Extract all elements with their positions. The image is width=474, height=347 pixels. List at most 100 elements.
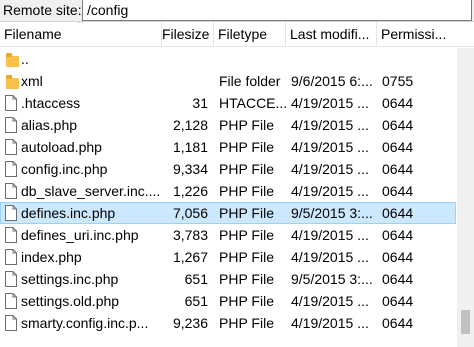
file-size: 1,181 bbox=[172, 139, 208, 155]
file-permissions: 0644 bbox=[382, 117, 414, 133]
file-modified: 4/19/2015 ... bbox=[291, 183, 369, 199]
file-permissions: 0644 bbox=[382, 183, 414, 199]
file-type: PHP File bbox=[219, 293, 274, 309]
file-size bbox=[163, 71, 208, 91]
file-permissions: 0644 bbox=[382, 271, 414, 287]
file-type: PHP File bbox=[219, 161, 274, 177]
file-icon bbox=[4, 271, 18, 287]
file-type: PHP File bbox=[219, 205, 274, 221]
file-icon bbox=[4, 249, 18, 265]
remote-file-list: ˄ Filename Filesize Filetype Last modifi… bbox=[0, 22, 474, 347]
file-row[interactable]: .. bbox=[0, 48, 456, 70]
column-header-last-modified-label: Last modifi... bbox=[290, 26, 370, 42]
file-type: PHP File bbox=[219, 271, 274, 287]
file-icon bbox=[4, 117, 18, 133]
file-row[interactable]: config.inc.php 9,334 PHP File 4/19/2015 … bbox=[0, 158, 456, 180]
column-header-row: ˄ Filename Filesize Filetype Last modifi… bbox=[0, 22, 474, 47]
file-modified: 4/19/2015 ... bbox=[291, 95, 369, 111]
file-name: autoload.php bbox=[21, 139, 102, 155]
file-icon bbox=[4, 95, 18, 111]
file-modified: 4/19/2015 ... bbox=[291, 227, 369, 243]
file-row[interactable]: settings.inc.php 651 PHP File 9/5/2015 3… bbox=[0, 268, 456, 290]
file-modified bbox=[291, 49, 375, 69]
column-header-filename[interactable]: ˄ Filename bbox=[0, 22, 162, 46]
file-row[interactable]: index.php 1,267 PHP File 4/19/2015 ... 0… bbox=[0, 246, 456, 268]
file-permissions: 0644 bbox=[382, 161, 414, 177]
file-type: PHP File bbox=[219, 249, 274, 265]
file-size: 1,226 bbox=[172, 183, 208, 199]
file-type bbox=[219, 49, 287, 69]
file-icon bbox=[4, 227, 18, 243]
column-header-permissions[interactable]: Permissi... bbox=[377, 22, 457, 46]
file-size bbox=[163, 49, 208, 69]
file-row[interactable]: xml File folder 9/6/2015 6:... 0755 bbox=[0, 70, 456, 92]
file-name: index.php bbox=[21, 249, 82, 265]
file-permissions: 0644 bbox=[382, 293, 414, 309]
file-type: PHP File bbox=[219, 117, 274, 133]
file-type: PHP File bbox=[219, 227, 274, 243]
file-permissions bbox=[382, 49, 452, 69]
file-icon bbox=[4, 161, 18, 177]
file-name: defines.inc.php bbox=[21, 205, 116, 221]
file-name: smarty.config.inc.p... bbox=[21, 315, 149, 331]
file-modified: 4/19/2015 ... bbox=[291, 249, 369, 265]
file-row[interactable]: settings.old.php 651 PHP File 4/19/2015 … bbox=[0, 290, 456, 312]
file-name: config.inc.php bbox=[21, 161, 108, 177]
column-header-filesize[interactable]: Filesize bbox=[162, 22, 214, 46]
file-permissions: 0644 bbox=[382, 315, 414, 331]
file-row[interactable]: smarty.config.inc.p... 9,236 PHP File 4/… bbox=[0, 312, 456, 334]
file-name: settings.inc.php bbox=[21, 271, 119, 287]
column-header-permissions-label: Permissi... bbox=[381, 26, 447, 42]
file-name: .htaccess bbox=[21, 95, 81, 111]
file-permissions: 0644 bbox=[382, 139, 414, 155]
file-row[interactable]: db_slave_server.inc.... 1,226 PHP File 4… bbox=[0, 180, 456, 202]
file-permissions: 0755 bbox=[382, 73, 414, 89]
scrollbar-thumb[interactable] bbox=[461, 310, 470, 334]
column-header-last-modified[interactable]: Last modifi... bbox=[286, 22, 377, 46]
file-row[interactable]: defines_uri.inc.php 3,783 PHP File 4/19/… bbox=[0, 224, 456, 246]
file-type: PHP File bbox=[219, 139, 274, 155]
sort-chevron-icon: ˄ bbox=[78, 22, 83, 26]
file-icon bbox=[4, 205, 18, 221]
file-row[interactable]: autoload.php 1,181 PHP File 4/19/2015 ..… bbox=[0, 136, 456, 158]
file-permissions: 0644 bbox=[382, 95, 414, 111]
file-icon bbox=[4, 183, 18, 199]
column-header-filetype-label: Filetype bbox=[218, 26, 268, 42]
file-type: PHP File bbox=[219, 183, 274, 199]
file-name: .. bbox=[21, 51, 29, 67]
file-row[interactable]: .htaccess 31 HTACCE... 4/19/2015 ... 064… bbox=[0, 92, 456, 114]
file-modified: 4/19/2015 ... bbox=[291, 139, 369, 155]
file-name: db_slave_server.inc.... bbox=[21, 183, 161, 199]
file-name: settings.old.php bbox=[21, 293, 120, 309]
remote-path-input[interactable] bbox=[82, 0, 472, 21]
folder-icon bbox=[4, 51, 19, 67]
vertical-scrollbar[interactable] bbox=[457, 48, 474, 347]
file-size: 9,334 bbox=[172, 161, 208, 177]
file-permissions: 0644 bbox=[382, 227, 414, 243]
file-modified: 9/5/2015 3:... bbox=[291, 205, 373, 221]
file-modified: 4/19/2015 ... bbox=[291, 293, 369, 309]
file-modified: 4/19/2015 ... bbox=[291, 315, 369, 331]
file-name: xml bbox=[21, 73, 43, 89]
file-modified: 9/5/2015 3:... bbox=[291, 271, 373, 287]
file-size: 651 bbox=[184, 293, 208, 309]
file-row[interactable]: alias.php 2,128 PHP File 4/19/2015 ... 0… bbox=[0, 114, 456, 136]
file-type: HTACCE... bbox=[219, 95, 287, 111]
file-size: 31 bbox=[192, 95, 208, 111]
file-type: PHP File bbox=[219, 315, 274, 331]
file-modified: 9/6/2015 6:... bbox=[291, 73, 373, 89]
file-modified: 4/19/2015 ... bbox=[291, 161, 369, 177]
file-type: File folder bbox=[219, 73, 281, 89]
file-icon bbox=[4, 315, 18, 331]
file-modified: 4/19/2015 ... bbox=[291, 117, 369, 133]
file-name: defines_uri.inc.php bbox=[21, 227, 139, 243]
file-size: 7,056 bbox=[172, 205, 208, 221]
file-size: 9,236 bbox=[172, 315, 208, 331]
file-row[interactable]: defines.inc.php 7,056 PHP File 9/5/2015 … bbox=[0, 202, 456, 224]
remote-site-bar: Remote site: bbox=[0, 0, 474, 22]
file-size: 2,128 bbox=[172, 117, 208, 133]
column-header-filetype[interactable]: Filetype bbox=[214, 22, 286, 46]
folder-icon bbox=[4, 73, 19, 89]
column-header-filesize-label: Filesize bbox=[162, 26, 210, 42]
column-header-filename-label: Filename bbox=[4, 26, 62, 42]
